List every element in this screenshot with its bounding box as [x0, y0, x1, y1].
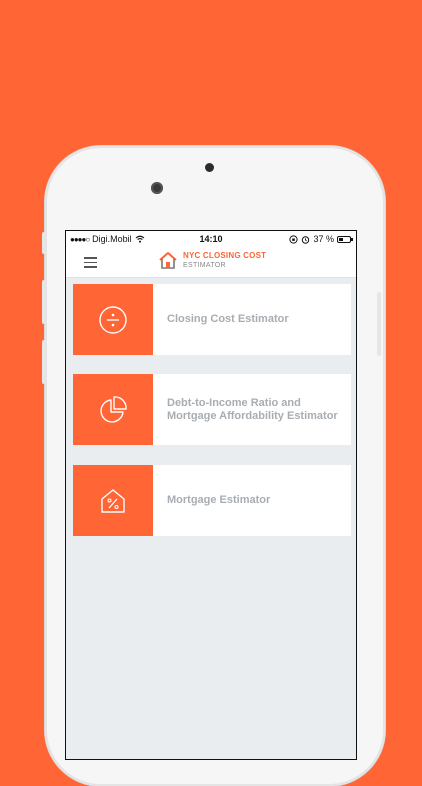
house-percent-icon	[101, 488, 125, 513]
card-icon-tile	[73, 284, 153, 355]
alarm-icon	[302, 235, 310, 244]
brand-text: NYC CLOSING COST ESTIMATOR	[183, 251, 267, 270]
app-logo: NYC CLOSING COST ESTIMATOR	[158, 251, 266, 270]
status-bar: ●●●●○ Digi.Mobil 14:10 37 %	[66, 231, 356, 247]
earpiece-speaker	[205, 163, 214, 172]
closing-cost-estimator-card[interactable]: Closing Cost Estimator	[73, 284, 351, 355]
hamburger-menu-icon[interactable]	[84, 257, 97, 268]
pie-chart-icon	[100, 395, 127, 423]
debt-to-income-estimator-card[interactable]: Debt-to-Income Ratio and Mortgage Afford…	[73, 374, 351, 445]
volume-down-button	[42, 340, 46, 384]
app-screen: ●●●●○ Digi.Mobil 14:10 37 % NYC CLOSING …	[65, 230, 357, 760]
battery-icon	[337, 235, 353, 243]
card-label: Debt-to-Income Ratio and Mortgage Afford…	[167, 397, 338, 422]
orientation-lock-icon	[289, 234, 299, 244]
power-button	[377, 292, 381, 356]
house-logo-icon	[159, 252, 177, 269]
card-icon-tile	[73, 465, 153, 536]
card-icon-tile	[73, 374, 153, 445]
card-label: Mortgage Estimator	[167, 494, 271, 507]
app-title: NYC CLOSING COST	[183, 251, 267, 260]
volume-up-button	[42, 280, 46, 324]
mortgage-estimator-card[interactable]: Mortgage Estimator	[73, 465, 351, 536]
status-right: 37 %	[289, 234, 353, 244]
mute-switch	[42, 232, 46, 254]
divide-icon	[99, 305, 127, 334]
card-label: Closing Cost Estimator	[167, 313, 289, 326]
app-header: NYC CLOSING COST ESTIMATOR	[66, 247, 356, 278]
front-camera	[151, 182, 163, 194]
battery-percent: 37 %	[313, 234, 334, 244]
app-subtitle: ESTIMATOR	[183, 262, 226, 269]
